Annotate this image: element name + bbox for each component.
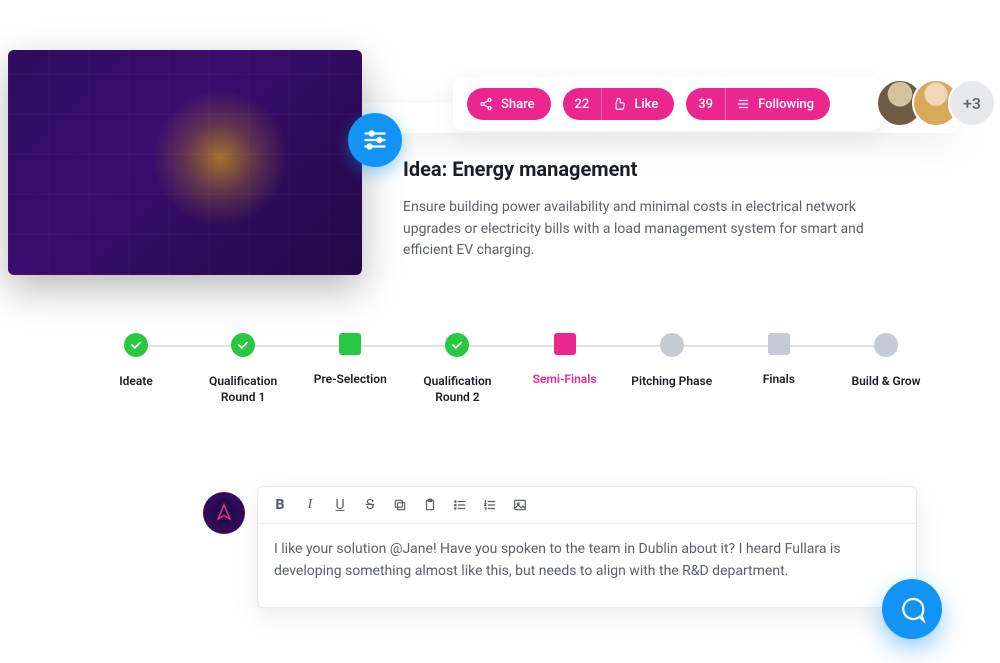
chat-button[interactable] <box>882 579 942 639</box>
underline-button[interactable]: U <box>332 497 348 513</box>
numbered-list-icon <box>483 498 497 512</box>
share-button[interactable]: Share <box>467 88 551 120</box>
stage-marker <box>124 333 148 357</box>
stage-label: Build & Grow <box>851 373 920 389</box>
stage-track: Ideate Qualification Round 1 Pre-Selection… <box>92 333 930 405</box>
paste-icon <box>423 498 437 512</box>
composer-avatar <box>203 492 245 534</box>
comment-composer[interactable]: B I U S I like your solution @Jane! Have… <box>257 486 917 608</box>
stage-item[interactable]: Build & Grow <box>842 333 930 405</box>
composer-text[interactable]: I like your solution @Jane! Have you spo… <box>258 524 916 607</box>
follow-label: Following <box>758 97 814 112</box>
share-icon <box>479 97 493 111</box>
bullet-list-button[interactable] <box>452 498 468 512</box>
italic-button[interactable]: I <box>302 497 318 513</box>
thumbs-up-icon <box>612 97 626 111</box>
stage-label: Semi-Finals <box>533 371 597 387</box>
action-pill-row: Share 22 Like 39 Following <box>453 77 881 131</box>
paste-button[interactable] <box>422 498 438 512</box>
like-label: Like <box>634 97 658 112</box>
hero-image-overlay <box>8 50 362 275</box>
stage-label: Ideate <box>119 373 153 389</box>
stage-marker <box>768 333 790 355</box>
stage-marker <box>339 333 361 355</box>
copy-icon <box>393 498 407 512</box>
stage-label: Pre-Selection <box>314 371 387 387</box>
avatar-overflow-count: +3 <box>963 94 981 113</box>
list-icon <box>736 97 750 111</box>
stage-item[interactable]: Qualification Round 2 <box>413 333 501 405</box>
editor-toolbar: B I U S <box>258 487 916 524</box>
follow-count: 39 <box>686 88 726 120</box>
stage-label: Pitching Phase <box>631 373 712 389</box>
image-icon <box>513 498 527 512</box>
stage-marker <box>874 333 898 357</box>
idea-title: Idea: Energy management <box>403 157 899 181</box>
avatar-overflow[interactable]: +3 <box>948 79 996 127</box>
stage-marker <box>445 333 469 357</box>
compass-icon <box>214 503 234 523</box>
stage-marker <box>660 333 684 357</box>
stage-item[interactable]: Qualification Round 1 <box>199 333 287 405</box>
stage-item[interactable]: Pitching Phase <box>628 333 716 405</box>
idea-description: Ensure building power availability and m… <box>403 197 899 262</box>
bullet-list-icon <box>453 498 467 512</box>
stage-item[interactable]: Finals <box>735 333 823 405</box>
like-button[interactable]: 22 Like <box>563 88 675 120</box>
like-count: 22 <box>563 88 603 120</box>
stage-item[interactable]: Pre-Selection <box>306 333 394 405</box>
image-button[interactable] <box>512 498 528 512</box>
sliders-icon <box>362 127 388 153</box>
numbered-list-button[interactable] <box>482 498 498 512</box>
stage-label: Finals <box>763 371 795 387</box>
stage-marker <box>554 333 576 355</box>
stage-label: Qualification Round 2 <box>413 373 501 405</box>
chat-icon <box>897 594 927 624</box>
idea-block: Idea: Energy management Ensure building … <box>403 157 899 262</box>
copy-button[interactable] <box>392 498 408 512</box>
stage-item[interactable]: Ideate <box>92 333 180 405</box>
follow-button[interactable]: 39 Following <box>686 88 830 120</box>
avatar-stack: +3 <box>888 79 996 127</box>
stage-marker <box>231 333 255 357</box>
stage-item[interactable]: Semi-Finals <box>521 333 609 405</box>
comment-composer-wrap: B I U S I like your solution @Jane! Have… <box>203 486 917 608</box>
share-label: Share <box>501 97 535 112</box>
settings-button[interactable] <box>348 113 402 167</box>
stage-label: Qualification Round 1 <box>199 373 287 405</box>
bold-button[interactable]: B <box>272 497 288 513</box>
hero-image <box>8 50 362 275</box>
strikethrough-button[interactable]: S <box>362 497 378 513</box>
